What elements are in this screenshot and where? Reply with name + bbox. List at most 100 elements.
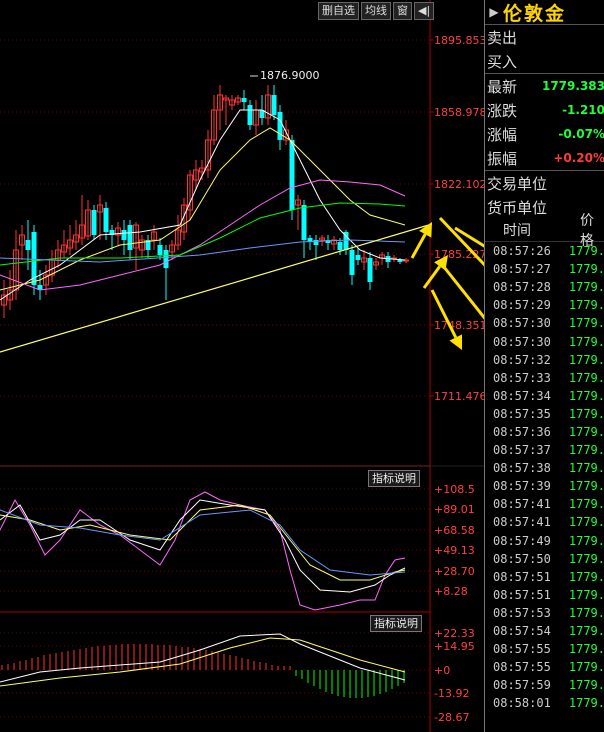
- candle-body: [103, 208, 109, 232]
- quote-row: 振幅 +0.20%: [485, 146, 604, 170]
- tick-price: 1779.: [568, 424, 604, 439]
- tick-time: 08:57:59: [493, 678, 551, 693]
- tick-row: 08:58:01 1779.: [485, 694, 604, 712]
- tick-row: 08:57:50 1779.: [485, 550, 604, 568]
- tick-price: 1779.: [568, 262, 604, 277]
- candle-body: [397, 260, 403, 262]
- tick-time: 08:57:53: [493, 605, 551, 620]
- tick-price: 1779.: [568, 461, 604, 476]
- candle-body: [25, 240, 31, 250]
- tick-price: 1779.: [568, 497, 604, 512]
- quote-row-label: 卖出: [487, 28, 518, 47]
- tick-price: 1779.: [568, 352, 604, 367]
- candle-body: [337, 242, 343, 250]
- quote-row-label: 交易单位: [487, 174, 548, 193]
- tick-time: 08:57:38: [493, 461, 551, 476]
- candle-body: [349, 250, 355, 275]
- tick-time: 08:57:55: [493, 642, 551, 657]
- tick-price: 1779.: [568, 533, 604, 548]
- moving-average-button[interactable]: 均线: [361, 2, 391, 20]
- tick-price: 1779.: [568, 624, 604, 639]
- tick-row: 08:57:59 1779.: [485, 676, 604, 694]
- tick-time: 08:57:30: [493, 334, 551, 349]
- tick-row: 08:57:55 1779.: [485, 658, 604, 676]
- candle-body: [91, 210, 97, 235]
- price-axis-label: 1711.476: [434, 390, 484, 403]
- tick-row: 08:57:30 1779.: [485, 314, 604, 332]
- quote-row-label: 最新: [487, 77, 518, 96]
- high-price-label: 1876.9000: [260, 69, 320, 82]
- quote-row: 涨跌 -1.210: [485, 98, 604, 122]
- quote-row-value: -0.07%: [558, 127, 604, 141]
- tick-price: 1779.: [568, 316, 604, 331]
- kline-chart-area[interactable]: 1895.853 1858.978 1822.102 1785.227 1748.351…: [0, 0, 484, 732]
- ind2-axis-label: +22.33: [434, 627, 475, 640]
- expand-arrow-icon[interactable]: ▶: [485, 5, 503, 19]
- tick-row: 08:57:27 1779.: [485, 260, 604, 278]
- tick-row: 08:57:33 1779.: [485, 369, 604, 387]
- remove-favorite-button[interactable]: 删自选: [318, 2, 359, 20]
- trend-line: [0, 223, 433, 353]
- tick-price: 1779.: [568, 244, 604, 259]
- tick-row: 08:57:30 1779.: [485, 332, 604, 350]
- candle-body: [247, 105, 253, 125]
- tick-list[interactable]: 08:57:26 1779. 08:57:27 1779. 08:57:28 1779. 0…: [485, 242, 604, 712]
- tick-time: 08:57:51: [493, 587, 551, 602]
- ind2-axis-label: -28.67: [434, 711, 469, 724]
- tick-row: 08:57:51 1779.: [485, 586, 604, 604]
- quote-row-label: 振幅: [487, 149, 518, 168]
- tick-time: 08:57:32: [493, 352, 551, 367]
- candle-body: [277, 112, 283, 140]
- ind2-axis-label: -13.92: [434, 687, 469, 700]
- quote-row-label: 涨幅: [487, 125, 518, 144]
- tick-price: 1779.: [568, 334, 604, 349]
- tick-time: 08:57:29: [493, 298, 551, 313]
- candle-body: [367, 258, 373, 282]
- tick-time: 08:57:28: [493, 280, 551, 295]
- quote-row-value: 1779.383: [541, 79, 604, 93]
- ind1-line-4: [0, 509, 406, 576]
- tick-row: 08:57:54 1779.: [485, 622, 604, 640]
- tick-header-time: 时间: [503, 223, 531, 239]
- ind2-axis-label: +14.95: [434, 640, 475, 653]
- tick-time: 08:57:50: [493, 551, 551, 566]
- indicator-help-button-2[interactable]: 指标说明: [370, 615, 422, 632]
- ind1-line-3: [0, 504, 406, 581]
- tick-time: 08:57:37: [493, 443, 551, 458]
- tick-row: 08:57:36 1779.: [485, 423, 604, 441]
- tick-price: 1779.: [568, 406, 604, 421]
- tick-price: 1779.: [568, 370, 604, 385]
- window-button[interactable]: 窗: [393, 2, 412, 20]
- tick-time: 08:57:30: [493, 316, 551, 331]
- tick-price: 1779.: [568, 605, 604, 620]
- indicator-help-button-1[interactable]: 指标说明: [368, 470, 420, 487]
- quote-row-value: -1.210: [562, 103, 604, 117]
- quote-panel: ▶ 伦敦金 卖出 买入 最新 1779.383 涨跌 -1.210 涨幅 -0.07% 振幅 +0…: [484, 0, 604, 732]
- price-axis-label: 1822.102: [434, 178, 484, 191]
- quote-row: 卖出: [485, 25, 604, 49]
- tick-row: 08:57:26 1779.: [485, 242, 604, 260]
- collapse-panel-icon[interactable]: ◀|: [414, 2, 435, 20]
- tick-price: 1779.: [568, 569, 604, 584]
- quote-rows: 卖出买入最新 1779.383 涨跌 -1.210 涨幅 -0.07% 振幅 +0.20% 交易…: [485, 25, 604, 219]
- ma-line-2: [0, 127, 406, 291]
- quote-row-label: 货币单位: [487, 198, 548, 217]
- tick-row: 08:57:49 1779.: [485, 532, 604, 550]
- tick-time: 08:57:54: [493, 624, 551, 639]
- tick-time: 08:57:36: [493, 424, 551, 439]
- ind1-axis-label: +49.13: [434, 544, 475, 557]
- candle-body: [313, 240, 319, 245]
- price-axis-label: 1748.351: [434, 319, 484, 332]
- tick-time: 08:57:55: [493, 660, 551, 675]
- tick-time: 08:57:27: [493, 262, 551, 277]
- tick-row: 08:57:55 1779.: [485, 640, 604, 658]
- tick-row: 08:57:29 1779.: [485, 296, 604, 314]
- tick-price: 1779.: [568, 479, 604, 494]
- candle-body: [127, 225, 133, 250]
- tick-price: 1779.: [568, 388, 604, 403]
- tick-row: 08:57:28 1779.: [485, 278, 604, 296]
- ind1-axis-label: +89.01: [434, 503, 475, 516]
- price-axis-label: 1858.978: [434, 106, 484, 119]
- ind1-axis-label: +108.5: [434, 483, 475, 496]
- quote-row: 买入: [485, 49, 604, 73]
